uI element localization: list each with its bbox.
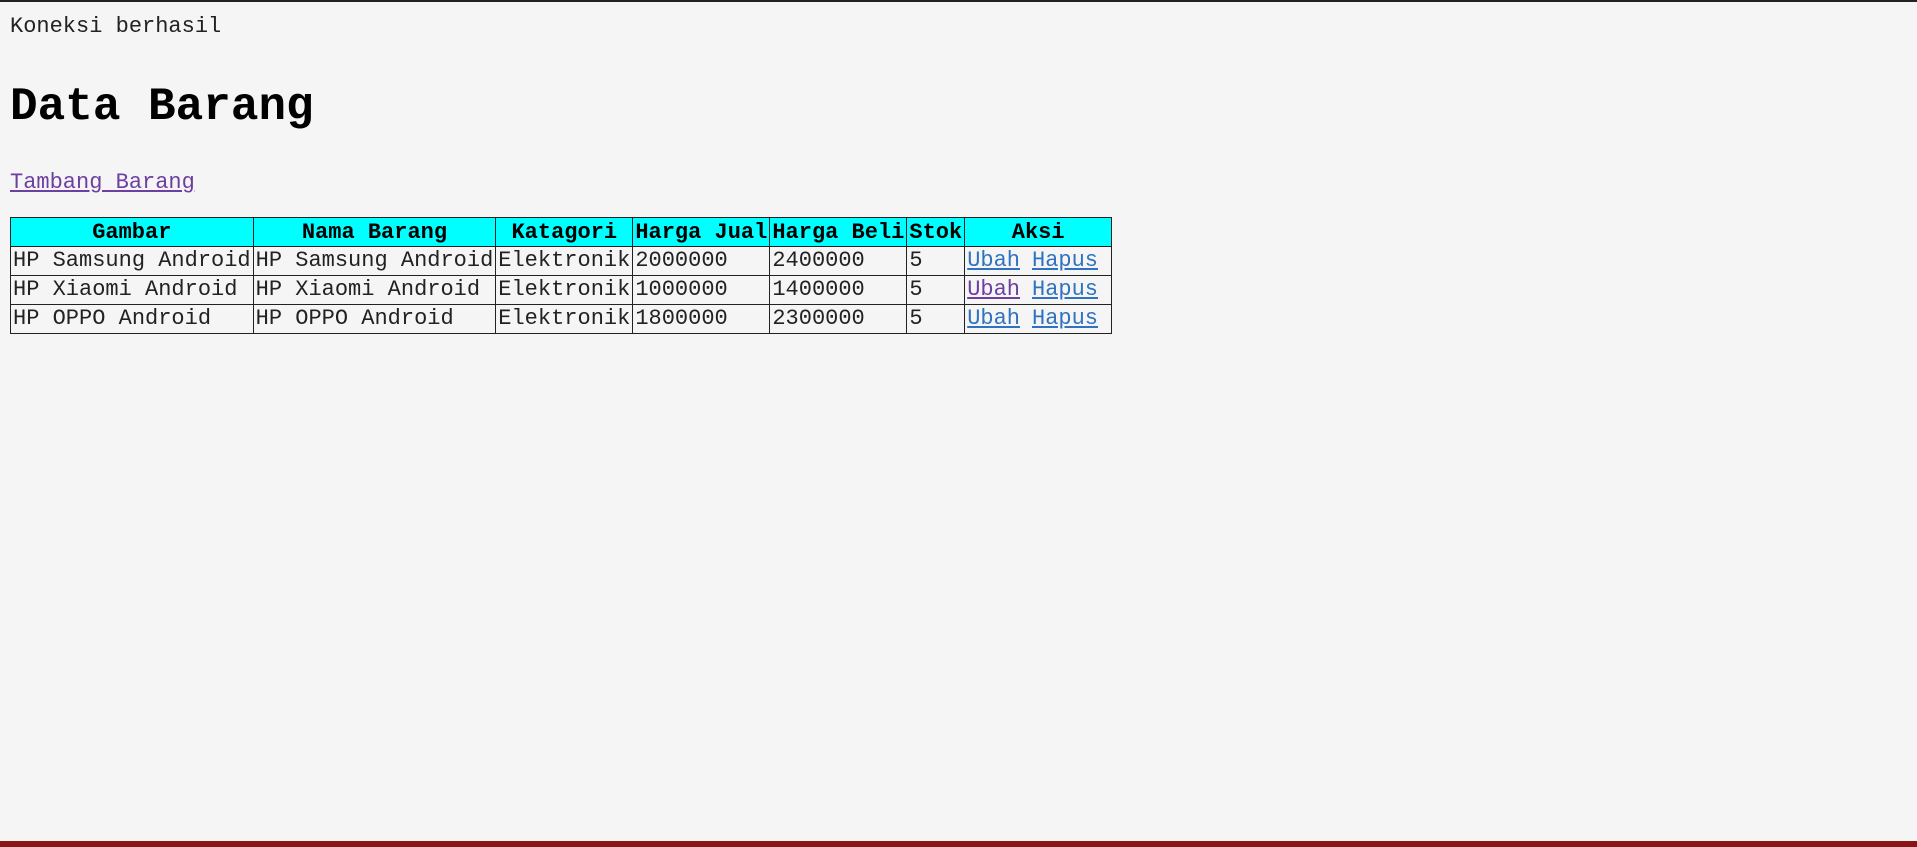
cell-stok: 5 xyxy=(906,275,966,305)
table-header-row: Gambar Nama Barang Katagori Harga Jual H… xyxy=(10,217,1113,247)
cell-kategori: Elektronik xyxy=(495,304,634,334)
cell-harga-beli: 2400000 xyxy=(769,246,908,276)
cell-harga-jual: 1000000 xyxy=(632,275,771,305)
table-row: HP Samsung Android HP Samsung Android El… xyxy=(10,246,1113,276)
cell-stok: 5 xyxy=(906,246,966,276)
delete-link[interactable]: Hapus xyxy=(1032,248,1098,273)
page-title: Data Barang xyxy=(10,81,314,133)
cell-aksi: Ubah Hapus xyxy=(964,275,1113,305)
bottom-bar xyxy=(0,841,1917,847)
cell-harga-jual: 2000000 xyxy=(632,246,771,276)
cell-nama-barang: HP Samsung Android xyxy=(252,246,497,276)
delete-link[interactable]: Hapus xyxy=(1032,306,1098,331)
cell-nama-barang: HP Xiaomi Android xyxy=(252,275,497,305)
table-row: HP Xiaomi Android HP Xiaomi Android Elek… xyxy=(10,275,1113,305)
cell-harga-beli: 2300000 xyxy=(769,304,908,334)
cell-gambar: HP Xiaomi Android xyxy=(10,275,254,305)
cell-kategori: Elektronik xyxy=(495,246,634,276)
items-table: Gambar Nama Barang Katagori Harga Jual H… xyxy=(10,217,1113,334)
add-item-link[interactable]: Tambang Barang xyxy=(10,170,195,196)
cell-kategori: Elektronik xyxy=(495,275,634,305)
header-harga-jual: Harga Jual xyxy=(632,217,771,247)
table-row: HP OPPO Android HP OPPO Android Elektron… xyxy=(10,304,1113,334)
header-aksi: Aksi xyxy=(964,217,1113,247)
cell-aksi: Ubah Hapus xyxy=(964,246,1113,276)
page-content: Koneksi berhasil Data Barang Tambang Bar… xyxy=(10,12,1113,334)
header-kategori: Katagori xyxy=(495,217,634,247)
connection-status: Koneksi berhasil xyxy=(10,14,222,39)
cell-gambar: HP OPPO Android xyxy=(10,304,254,334)
cell-gambar: HP Samsung Android xyxy=(10,246,254,276)
cell-harga-jual: 1800000 xyxy=(632,304,771,334)
header-nama-barang: Nama Barang xyxy=(252,217,497,247)
cell-aksi: Ubah Hapus xyxy=(964,304,1113,334)
header-harga-beli: Harga Beli xyxy=(769,217,908,247)
top-border xyxy=(0,0,1917,2)
header-stok: Stok xyxy=(906,217,966,247)
cell-stok: 5 xyxy=(906,304,966,334)
edit-link[interactable]: Ubah xyxy=(967,277,1020,302)
edit-link[interactable]: Ubah xyxy=(967,248,1020,273)
delete-link[interactable]: Hapus xyxy=(1032,277,1098,302)
edit-link[interactable]: Ubah xyxy=(967,306,1020,331)
header-gambar: Gambar xyxy=(10,217,254,247)
cell-nama-barang: HP OPPO Android xyxy=(252,304,497,334)
cell-harga-beli: 1400000 xyxy=(769,275,908,305)
